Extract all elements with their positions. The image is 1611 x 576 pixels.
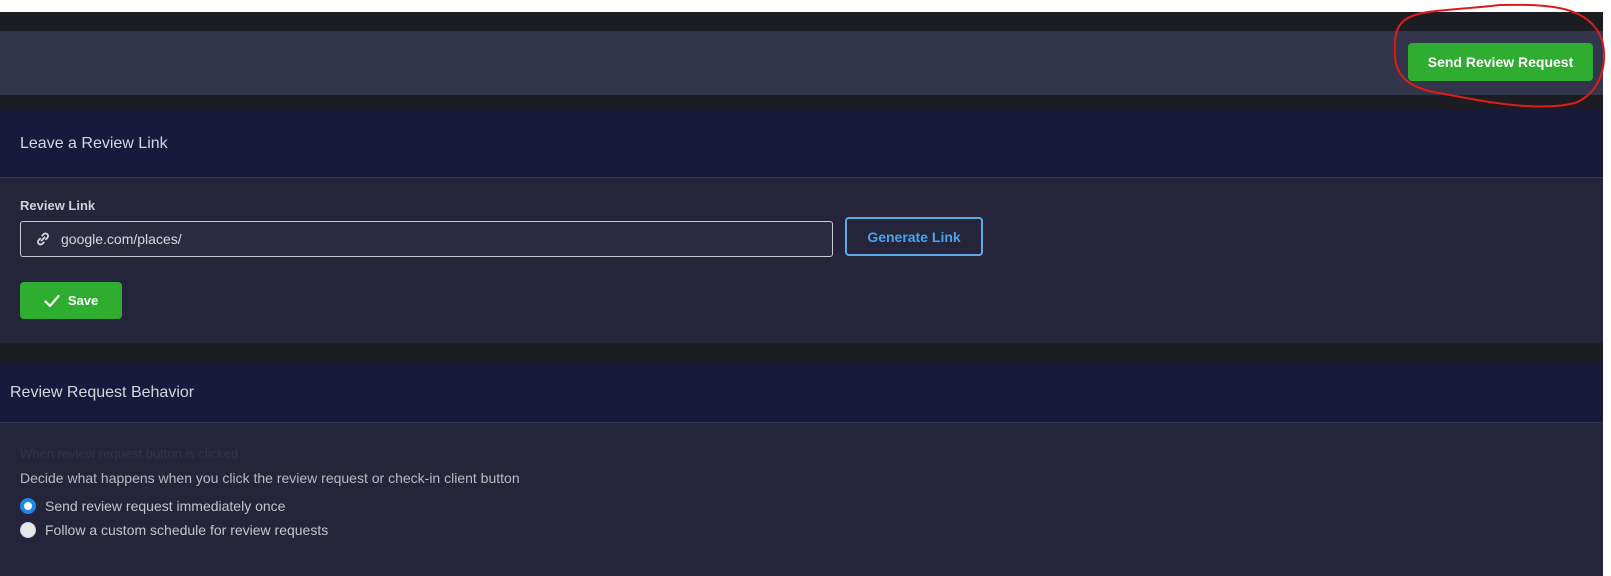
radio-option-immediate[interactable]: Send review request immediately once: [20, 498, 285, 514]
faded-section-label: When review request button is clicked: [20, 446, 239, 461]
review-link-label: Review Link: [20, 198, 96, 213]
radio-option-label: Send review request immediately once: [45, 498, 286, 514]
behavior-description: Decide what happens when you click the r…: [20, 470, 520, 486]
link-icon: [35, 231, 51, 247]
save-label: Save: [67, 293, 99, 308]
review-behavior-card: Review Request Behavior When review requ…: [0, 364, 1603, 576]
radio-option-custom-schedule[interactable]: Follow a custom schedule for review requ…: [20, 522, 328, 538]
review-link-card-title: Leave a Review Link: [0, 110, 1603, 178]
check-icon: [44, 294, 60, 308]
radio-option-label: Follow a custom schedule for review requ…: [45, 522, 329, 538]
review-link-field[interactable]: [20, 221, 833, 257]
send-review-request-button[interactable]: Send Review Request: [1408, 43, 1593, 81]
save-button[interactable]: Save: [20, 282, 122, 319]
review-behavior-card-title: Review Request Behavior: [0, 364, 1603, 423]
review-link-input[interactable]: [61, 231, 832, 247]
top-bar: Send Review Request: [0, 31, 1603, 95]
radio-button-checked[interactable]: [20, 498, 36, 514]
review-link-card: Leave a Review Link Review Link Generate…: [0, 110, 1603, 343]
generate-link-button[interactable]: Generate Link: [845, 217, 983, 256]
radio-button-unchecked[interactable]: [20, 522, 36, 538]
app-frame: Send Review Request Leave a Review Link …: [0, 12, 1603, 576]
